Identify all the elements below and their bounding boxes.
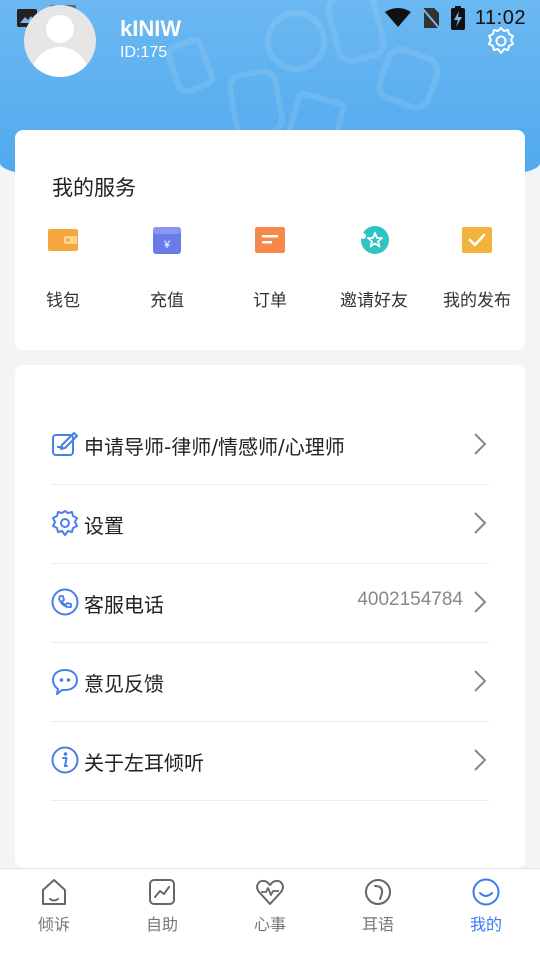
- services-title: 我的服务: [52, 176, 136, 200]
- info-icon: [51, 746, 79, 774]
- battery-charging-icon: [450, 6, 465, 30]
- service-invite[interactable]: 邀请好友: [324, 220, 424, 320]
- menu-item-customer-service[interactable]: 客服电话 4002154784: [51, 563, 489, 643]
- service-order[interactable]: 订单: [220, 220, 320, 320]
- publish-icon: [462, 227, 492, 253]
- wifi-icon: [384, 8, 411, 27]
- feedback-icon: [52, 669, 78, 695]
- service-label: 订单: [253, 291, 287, 311]
- phone-number: 4002154784: [357, 589, 463, 610]
- order-icon: [255, 227, 285, 253]
- nav-tab-confide[interactable]: 倾诉: [0, 869, 108, 961]
- menu-label: 设置: [84, 514, 124, 538]
- service-label: 钱包: [46, 291, 80, 311]
- home-icon: [42, 879, 66, 905]
- menu-item-settings[interactable]: 设置: [51, 484, 489, 564]
- bottom-nav: 倾诉 自助 心事 耳语 我的: [0, 868, 540, 961]
- recharge-icon: ¥: [153, 227, 181, 254]
- menu-item-feedback[interactable]: 意见反馈: [51, 642, 489, 722]
- menu-label: 客服电话: [84, 593, 164, 617]
- nav-tab-self-help[interactable]: 自助: [108, 869, 216, 961]
- no-sim-icon: [421, 7, 441, 30]
- service-publish[interactable]: 我的发布: [427, 220, 527, 320]
- menu-label: 申请导师-律师/情感师/心理师: [84, 435, 345, 459]
- service-label: 充值: [150, 291, 184, 311]
- menu-item-about[interactable]: 关于左耳倾听: [51, 721, 489, 801]
- avatar[interactable]: [24, 5, 96, 77]
- smile-icon: [472, 878, 500, 906]
- services-card: 我的服务 钱包 ¥ 充值 订单 邀请好友 我的发布: [15, 130, 525, 350]
- menu-card: 申请导师-律师/情感师/心理师 设置 客服电话 4002154784 意见反馈 …: [15, 365, 525, 868]
- service-label: 我的发布: [443, 291, 511, 311]
- heartbeat-icon: [256, 879, 284, 905]
- nav-label: 心事: [253, 915, 286, 934]
- nav-label: 我的: [469, 915, 502, 934]
- nav-tab-mine[interactable]: 我的: [432, 869, 540, 961]
- settings-gear-icon[interactable]: [486, 26, 516, 56]
- chevron-right-icon: [474, 591, 487, 613]
- menu-label: 关于左耳倾听: [84, 751, 204, 775]
- username: kINIW: [120, 16, 182, 41]
- nav-tab-heart-matters[interactable]: 心事: [216, 869, 324, 961]
- ear-icon: [365, 879, 391, 905]
- header-decoration: [162, 34, 218, 98]
- svg-text:¥: ¥: [163, 239, 171, 251]
- service-label: 邀请好友: [340, 291, 408, 311]
- chevron-right-icon: [474, 433, 487, 455]
- menu-item-apply-mentor[interactable]: 申请导师-律师/情感师/心理师: [51, 405, 489, 485]
- service-recharge[interactable]: ¥ 充值: [117, 220, 217, 320]
- nav-tab-whisper[interactable]: 耳语: [324, 869, 432, 961]
- nav-label: 倾诉: [37, 915, 70, 934]
- phone-icon: [51, 588, 79, 616]
- settings-icon: [52, 510, 78, 536]
- chevron-right-icon: [474, 670, 487, 692]
- edit-icon: [52, 432, 78, 456]
- wallet-icon: [48, 229, 78, 251]
- chart-icon: [149, 879, 175, 905]
- chevron-right-icon: [474, 512, 487, 534]
- nav-label: 耳语: [361, 915, 394, 934]
- service-wallet[interactable]: 钱包: [13, 220, 113, 320]
- nav-label: 自助: [145, 915, 178, 934]
- user-id: ID:175: [120, 44, 168, 61]
- chevron-right-icon: [474, 749, 487, 771]
- invite-icon: [360, 226, 389, 254]
- menu-label: 意见反馈: [84, 672, 164, 696]
